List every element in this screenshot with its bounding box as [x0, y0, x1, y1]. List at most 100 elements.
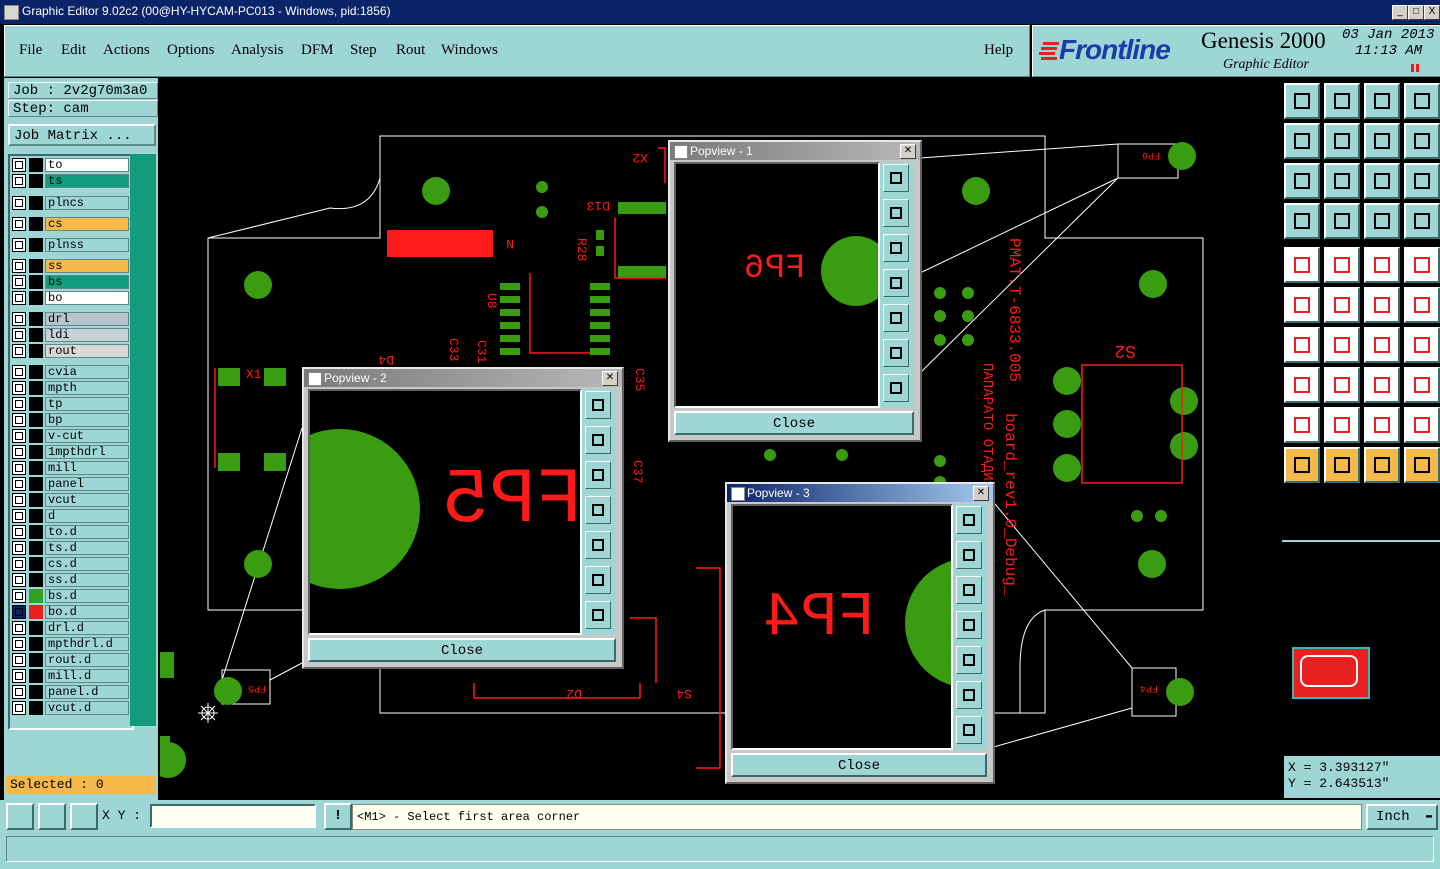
close-button[interactable]: X [1424, 5, 1440, 20]
layer-name[interactable]: to [45, 158, 129, 172]
home-icon[interactable] [1284, 83, 1320, 119]
layer-name[interactable]: d [45, 509, 129, 523]
menu-analysis[interactable]: Analysis [231, 42, 284, 59]
layer-color-swatch[interactable] [29, 158, 43, 172]
layer-checkbox[interactable] [12, 328, 26, 342]
layer-row[interactable]: ts.d [12, 541, 129, 555]
layer-color-swatch[interactable] [29, 275, 43, 289]
layer-red-icon[interactable] [1364, 203, 1400, 239]
layer-name[interactable]: rout [45, 344, 129, 358]
grid-mode-icon[interactable] [70, 803, 98, 830]
units-selector[interactable]: Inch ▬ [1366, 804, 1438, 830]
layer-list-scrollbar[interactable] [130, 154, 156, 726]
layer-row[interactable]: rout [12, 344, 129, 358]
layer-name[interactable]: vcut.d [45, 701, 129, 715]
layer-checkbox[interactable] [12, 344, 26, 358]
layer-row[interactable]: mill [12, 461, 129, 475]
layer-checkbox[interactable] [12, 312, 26, 326]
layer-checkbox[interactable] [12, 381, 26, 395]
layer-row[interactable]: drl [12, 312, 129, 326]
layer-row[interactable]: to.d [12, 525, 129, 539]
layer-row[interactable]: bp [12, 413, 129, 427]
layer-name[interactable]: drl [45, 312, 129, 326]
layer-checkbox[interactable] [12, 589, 26, 603]
popview-2-titlebar[interactable]: Popview - 2 ✕ [304, 369, 622, 387]
layer-name[interactable]: bp [45, 413, 129, 427]
layer-row[interactable]: d [12, 509, 129, 523]
layer-row[interactable]: bs.d [12, 589, 129, 603]
layer-color-swatch[interactable] [29, 413, 43, 427]
popview-1-close-icon[interactable]: ✕ [900, 144, 916, 159]
pointer2-icon[interactable] [1324, 447, 1360, 483]
layer-name[interactable]: ldi [45, 328, 129, 342]
triangle2-icon[interactable] [1324, 407, 1360, 443]
layer-name[interactable]: bs [45, 275, 129, 289]
layer-row[interactable]: to [12, 158, 129, 172]
layer-color-swatch[interactable] [29, 344, 43, 358]
menu-options[interactable]: Options [167, 42, 215, 59]
popview-3-view[interactable]: FP4 [731, 504, 953, 750]
ruler-icon[interactable] [1364, 247, 1400, 283]
popview-2-close-icon[interactable]: ✕ [602, 371, 618, 386]
pop-pan-right-icon[interactable] [883, 304, 909, 332]
pop-zoom-icon[interactable] [883, 164, 909, 192]
layer-name[interactable]: vcut [45, 493, 129, 507]
layer-color-swatch[interactable] [29, 685, 43, 699]
menu-edit[interactable]: Edit [61, 42, 86, 59]
layer-checkbox[interactable] [12, 217, 26, 231]
pop-pan-left-icon[interactable] [956, 611, 982, 639]
triangle4-icon[interactable] [1404, 407, 1440, 443]
popview-3[interactable]: Popview - 3 ✕ FP4 Close [725, 482, 995, 784]
layer-row[interactable]: plncs [12, 196, 129, 210]
popview-1-close-button[interactable]: Close [674, 411, 914, 435]
menu-actions[interactable]: Actions [103, 42, 150, 59]
pointer3-icon[interactable] [1364, 447, 1400, 483]
job-matrix-button[interactable]: Job Matrix ... [8, 124, 156, 146]
layer-row[interactable]: cvia [12, 365, 129, 379]
layer-color-swatch[interactable] [29, 238, 43, 252]
triangle-icon[interactable] [1284, 407, 1320, 443]
pop-zoom-out-icon[interactable] [585, 601, 611, 629]
layer-color-swatch[interactable] [29, 653, 43, 667]
layer-name[interactable]: cs [45, 217, 129, 231]
pop-zoom-in-icon[interactable] [585, 566, 611, 594]
layer-color-swatch[interactable] [29, 477, 43, 491]
layer-row[interactable]: v-cut [12, 429, 129, 443]
connect-icon[interactable] [1284, 287, 1320, 323]
layer-color-swatch[interactable] [29, 174, 43, 188]
layer-row[interactable]: mpthdrl.d [12, 637, 129, 651]
dot-icon[interactable] [1404, 247, 1440, 283]
layer-checkbox[interactable] [12, 653, 26, 667]
layer-name[interactable]: mpthdrl.d [45, 637, 129, 651]
layer-name[interactable]: cvia [45, 365, 129, 379]
move-icon[interactable] [1324, 163, 1360, 199]
layer-row[interactable]: 1mpthdrl [12, 445, 129, 459]
layer-color-swatch[interactable] [29, 669, 43, 683]
layer-row[interactable]: mpth [12, 381, 129, 395]
pop-zoom-out-icon[interactable] [956, 716, 982, 744]
layer-row[interactable]: cs.d [12, 557, 129, 571]
layer-color-swatch[interactable] [29, 312, 43, 326]
layer-color-swatch[interactable] [29, 493, 43, 507]
layer-checkbox[interactable] [12, 196, 26, 210]
layer-name[interactable]: rout.d [45, 653, 129, 667]
menu-windows[interactable]: Windows [441, 42, 498, 59]
layer-checkbox[interactable] [12, 541, 26, 555]
layer-name[interactable]: bo.d [45, 605, 129, 619]
menu-dfm[interactable]: DFM [301, 42, 334, 59]
page-icon[interactable] [1324, 83, 1360, 119]
layer-color-swatch[interactable] [29, 259, 43, 273]
layer-name[interactable]: mill.d [45, 669, 129, 683]
layer-name[interactable]: ss.d [45, 573, 129, 587]
layer-name[interactable]: 1mpthdrl [45, 445, 129, 459]
menu-rout[interactable]: Rout [396, 42, 425, 59]
measure-icon[interactable] [1364, 367, 1400, 403]
layer-color-swatch[interactable] [29, 509, 43, 523]
snap-mode-icon[interactable] [6, 803, 34, 830]
pop-zoom-in-icon[interactable] [956, 681, 982, 709]
pop-pan-right-icon[interactable] [585, 531, 611, 559]
pointer4-icon[interactable] [1404, 447, 1440, 483]
layer-checkbox[interactable] [12, 174, 26, 188]
layer-checkbox[interactable] [12, 365, 26, 379]
measure-mode-icon[interactable] [38, 803, 66, 830]
